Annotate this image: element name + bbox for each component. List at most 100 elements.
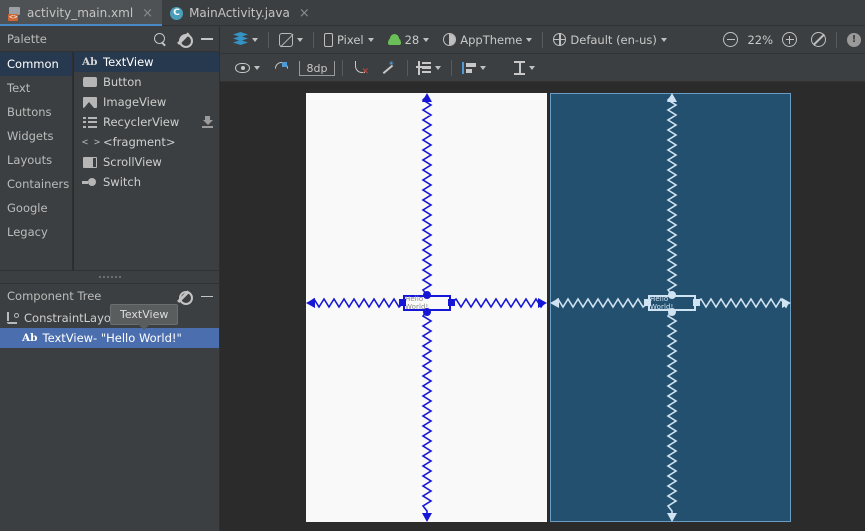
infer-constraints-magic-icon: [382, 59, 397, 75]
chevron-down-icon: [480, 65, 486, 70]
device-selector[interactable]: Pixel: [317, 28, 381, 52]
api-level-selector[interactable]: 28: [381, 28, 437, 52]
zoom-in-icon: [782, 32, 797, 47]
category-label: Buttons: [7, 105, 52, 119]
issues-button[interactable]: !: [840, 28, 865, 52]
align-button[interactable]: [455, 56, 493, 80]
tab-mainactivity-java[interactable]: C MainActivity.java ×: [162, 0, 319, 26]
palette-item-label: <fragment>: [103, 135, 176, 149]
layout-editor-toolbar: Pixel 28 AppTheme Default (en-us) 22% !: [220, 26, 865, 54]
palette-item-fragment[interactable]: < > <fragment>: [74, 132, 220, 152]
palette-item-label: Switch: [103, 175, 142, 189]
rotate-device-icon: [279, 32, 293, 47]
globe-icon: [552, 32, 567, 46]
android-icon: [387, 34, 401, 45]
palette-category-buttons[interactable]: Buttons: [0, 100, 72, 124]
scrollview-icon: [82, 156, 97, 168]
constraint-anchor-top[interactable]: [423, 291, 431, 299]
resize-handle-right-blueprint[interactable]: [693, 299, 700, 306]
view-options-button[interactable]: [228, 56, 267, 80]
chevron-down-icon: [660, 37, 667, 42]
constraint-anchor-bottom-blueprint[interactable]: [668, 308, 676, 316]
theme-label: AppTheme: [460, 32, 523, 47]
zoom-level: 22%: [745, 28, 775, 52]
close-icon[interactable]: ×: [299, 6, 310, 21]
clear-constraints-button[interactable]: [346, 56, 375, 80]
pack-distribute-icon: [416, 60, 431, 75]
resize-handle-left-blueprint[interactable]: [644, 299, 651, 306]
autoconnect-button[interactable]: [267, 56, 295, 80]
palette-item-imageview[interactable]: ImageView: [74, 92, 220, 112]
constraint-anchor-top-blueprint[interactable]: [668, 291, 676, 299]
component-tree-body: ConstraintLayout Ab TextView- "Hello Wor…: [0, 308, 220, 531]
tab-label: MainActivity.java: [189, 6, 290, 20]
palette-item-scrollview[interactable]: ScrollView: [74, 152, 220, 172]
palette-category-containers[interactable]: Containers: [0, 172, 72, 196]
tree-row-textview[interactable]: Ab TextView- "Hello World!": [0, 328, 220, 348]
infer-constraints-button[interactable]: [375, 56, 404, 80]
component-tree-title: Component Tree: [7, 289, 102, 303]
minimize-icon[interactable]: [201, 290, 213, 302]
theme-contrast-icon: [443, 33, 457, 46]
toolbar-separator: [268, 31, 269, 48]
theme-selector[interactable]: AppTheme: [436, 28, 539, 52]
palette-category-widgets[interactable]: Widgets: [0, 124, 72, 148]
tooltip: TextView: [110, 304, 179, 330]
chevron-down-icon: [435, 65, 441, 70]
palette-item-recyclerview[interactable]: RecyclerView: [74, 112, 220, 132]
toolbar-separator: [342, 59, 343, 76]
palette-item-label: ScrollView: [103, 155, 162, 169]
palette-category-layouts[interactable]: Layouts: [0, 148, 72, 172]
zoom-level-label: 22%: [747, 32, 773, 47]
palette-category-google[interactable]: Google: [0, 196, 72, 220]
palette-item-button[interactable]: Button: [74, 72, 220, 92]
palette-category-common[interactable]: Common: [0, 52, 72, 76]
category-label: Widgets: [7, 129, 54, 143]
panel-splitter[interactable]: [0, 270, 220, 284]
guidelines-button[interactable]: [507, 56, 542, 80]
palette-category-legacy[interactable]: Legacy: [0, 220, 72, 244]
palette-category-text[interactable]: Text: [0, 76, 72, 100]
phone-icon: [324, 32, 333, 47]
constraint-tools-toolbar: 8dp: [220, 54, 865, 82]
default-margin-button[interactable]: 8dp: [295, 56, 339, 80]
close-icon[interactable]: ×: [142, 6, 153, 21]
resize-handle-right[interactable]: [448, 299, 455, 306]
category-label: Common: [7, 57, 59, 71]
toolbar-separator: [313, 31, 314, 48]
palette-item-label: ImageView: [103, 95, 167, 109]
android-studio-layout-editor: activity_main.xml × C MainActivity.java …: [0, 0, 865, 531]
locale-selector[interactable]: Default (en-us): [546, 28, 673, 52]
switch-icon: [82, 177, 97, 187]
palette-item-switch[interactable]: Switch: [74, 172, 220, 192]
zoom-fit-button[interactable]: [804, 28, 833, 52]
resize-handle-left[interactable]: [399, 299, 406, 306]
search-icon[interactable]: [154, 32, 166, 45]
imageview-icon: [82, 96, 97, 108]
recyclerview-icon: [82, 116, 97, 128]
pack-button[interactable]: [411, 56, 448, 80]
zoom-in-button[interactable]: [775, 28, 804, 52]
constraintlayout-icon: [6, 312, 19, 324]
palette-item-list: Ab TextView Button ImageView RecyclerVie…: [74, 52, 220, 270]
palette-item-textview[interactable]: Ab TextView: [74, 52, 220, 72]
zoom-out-button[interactable]: [716, 28, 745, 52]
orientation-selector[interactable]: [272, 28, 310, 52]
device-label: Pixel: [337, 32, 364, 47]
palette-item-label: RecyclerView: [103, 115, 180, 129]
default-margin-value: 8dp: [299, 61, 335, 76]
api-level-label: 28: [404, 32, 420, 47]
category-label: Legacy: [7, 225, 48, 239]
palette-item-label: TextView: [103, 55, 154, 69]
download-icon[interactable]: [202, 116, 213, 128]
toolbar-separator: [407, 59, 408, 76]
design-surface[interactable]: Hello World! Hello World!: [220, 82, 865, 531]
gear-icon[interactable]: [177, 290, 193, 305]
chevron-down-icon: [526, 37, 533, 42]
minimize-icon[interactable]: [201, 33, 213, 45]
gear-icon[interactable]: [177, 32, 193, 48]
design-mode-selector[interactable]: [226, 28, 265, 52]
chevron-down-icon: [367, 37, 374, 42]
tab-activity-main-xml[interactable]: activity_main.xml ×: [0, 0, 163, 26]
constraint-anchor-bottom[interactable]: [423, 308, 431, 316]
